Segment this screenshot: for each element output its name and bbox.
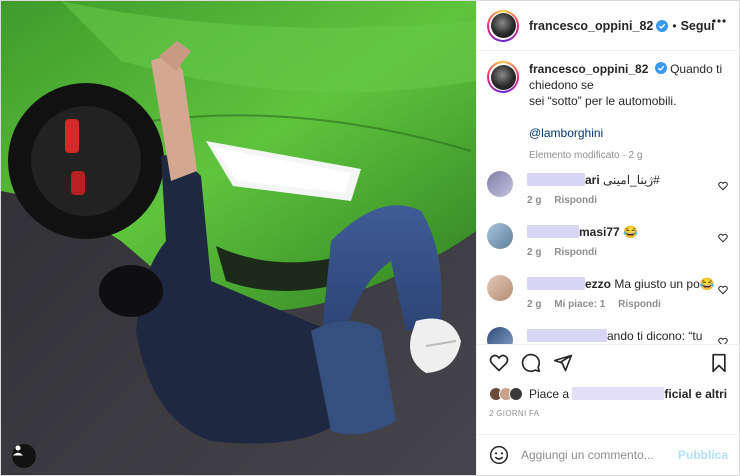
likes-summary[interactable]: Piace a ficial e altri bbox=[489, 385, 727, 403]
user-tag-button[interactable] bbox=[12, 444, 36, 468]
comment-avatar[interactable] bbox=[487, 223, 513, 249]
comment-username-visible[interactable]: ezzo bbox=[585, 277, 611, 291]
post-photo[interactable] bbox=[1, 1, 476, 475]
comment-text: Ma giusto un po😂 bbox=[614, 277, 715, 291]
comment-item: masi77 😂 2 g Rispondi bbox=[487, 223, 732, 263]
comment-text: ژینا_امینی# bbox=[603, 173, 660, 187]
likes-prefix: Piace a bbox=[529, 387, 570, 401]
likes-and-others[interactable]: e altri bbox=[695, 387, 727, 401]
comment-time: 2 g bbox=[527, 299, 542, 310]
caption-mention-link[interactable]: @lamborghini bbox=[529, 125, 732, 141]
comment-like-heart-icon[interactable] bbox=[718, 337, 728, 344]
comments-section[interactable]: francesco_oppini_82 Quando ti chiedono s… bbox=[477, 51, 740, 344]
caption-avatar[interactable] bbox=[487, 61, 519, 93]
user-tag-icon bbox=[13, 445, 23, 456]
comment-avatar[interactable] bbox=[487, 275, 513, 301]
comment-icon[interactable] bbox=[521, 353, 541, 373]
comment-avatar[interactable] bbox=[487, 327, 513, 344]
post-side-panel: francesco_oppini_82 • Segui francesco_op… bbox=[476, 1, 740, 475]
comment-username-visible[interactable]: ari bbox=[585, 173, 600, 187]
add-comment-bar: Pubblica bbox=[477, 434, 740, 475]
comment-item: ezzo Ma giusto un po😂 2 g Mi piace: 1 Ri… bbox=[487, 275, 732, 315]
author-avatar[interactable] bbox=[487, 9, 519, 42]
comment-like-heart-icon[interactable] bbox=[718, 233, 728, 243]
comment-username-blurred bbox=[527, 173, 585, 186]
emoji-icon[interactable] bbox=[489, 445, 509, 465]
liker-avatar bbox=[509, 387, 523, 401]
more-options-icon[interactable] bbox=[712, 19, 726, 23]
caption-meta: Elemento modificato · 2 g bbox=[529, 150, 643, 161]
liker-username-visible[interactable]: ficial bbox=[664, 387, 691, 401]
verified-badge-icon bbox=[654, 62, 667, 74]
comment-text: ando ti dicono: “tu bbox=[607, 329, 703, 343]
heart-icon[interactable] bbox=[489, 353, 509, 373]
caption-username[interactable]: francesco_oppini_82 bbox=[529, 62, 648, 76]
comment-like-heart-icon[interactable] bbox=[718, 285, 728, 295]
add-comment-input[interactable] bbox=[521, 448, 671, 462]
comment-avatar[interactable] bbox=[487, 171, 513, 197]
comment-username-blurred bbox=[527, 277, 585, 290]
comment-username-blurred bbox=[527, 225, 579, 238]
comment-username-visible[interactable]: masi77 bbox=[579, 225, 620, 239]
bookmark-icon[interactable] bbox=[710, 353, 728, 373]
comment-time: 2 g bbox=[527, 247, 542, 258]
comment-time: 2 g bbox=[527, 195, 542, 206]
comment-username-blurred bbox=[527, 329, 607, 342]
comment-reply-button[interactable]: Rispondi bbox=[554, 195, 597, 206]
verified-badge-icon bbox=[656, 19, 669, 32]
post-time-ago[interactable]: 2 GIORNI FA bbox=[489, 409, 539, 418]
caption-text-line2: sei “sotto” per le automobili. bbox=[529, 94, 677, 108]
follow-button[interactable]: Segui bbox=[681, 19, 715, 33]
comment-text: 😂 bbox=[623, 225, 638, 239]
comment-item: ari ژینا_امینی# 2 g Rispondi bbox=[487, 171, 732, 211]
liker-username-blurred bbox=[572, 387, 665, 400]
comment-likes-count[interactable]: Mi piace: 1 bbox=[554, 299, 605, 310]
post-actions-bar bbox=[477, 344, 740, 380]
header-separator: • bbox=[672, 18, 677, 33]
author-username[interactable]: francesco_oppini_82 bbox=[529, 19, 653, 33]
comment-item: ando ti dicono: “tu bbox=[487, 327, 732, 344]
share-icon[interactable] bbox=[553, 353, 573, 373]
post-caption: francesco_oppini_82 Quando ti chiedono s… bbox=[487, 61, 732, 164]
publish-button[interactable]: Pubblica bbox=[678, 448, 728, 462]
post-header: francesco_oppini_82 • Segui bbox=[477, 1, 740, 51]
comment-like-heart-icon[interactable] bbox=[718, 181, 728, 191]
comment-reply-button[interactable]: Rispondi bbox=[618, 299, 661, 310]
photo-illustration bbox=[1, 1, 476, 475]
instagram-post: francesco_oppini_82 • Segui francesco_op… bbox=[0, 0, 740, 476]
comment-reply-button[interactable]: Rispondi bbox=[554, 247, 597, 258]
